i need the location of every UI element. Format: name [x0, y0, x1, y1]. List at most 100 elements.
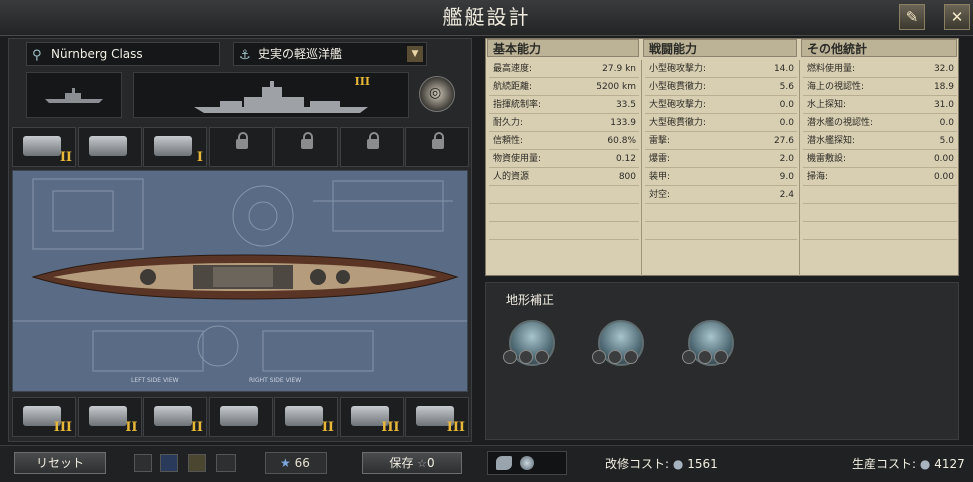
top-module-slot-0[interactable]: II	[12, 127, 76, 167]
variant-icons	[487, 451, 567, 475]
window-title: 艦艇設計	[442, 5, 531, 29]
bottom-module-tier: III	[446, 420, 465, 435]
stat-value: 32.0	[933, 64, 954, 74]
globe-icon	[520, 456, 534, 470]
top-module-slot-5	[339, 127, 404, 167]
stat-value: 60.8%	[607, 136, 636, 146]
design-name-field[interactable]: ⚲ Nürnberg Class	[26, 42, 220, 66]
stat-value: 9.0	[779, 172, 794, 182]
lock-icon	[301, 132, 313, 149]
stat-row: 燃料使用量: 32.0	[803, 60, 957, 78]
rename-button[interactable]: ✎	[899, 4, 925, 30]
bottom-module-slot-5[interactable]: III	[339, 397, 404, 437]
stat-value: 5200 km	[596, 82, 636, 92]
role-dropdown[interactable]: ⚓ 史実の軽巡洋艦 ▼	[233, 42, 427, 66]
stat-row: 大型砲貫徹力: 0.0	[645, 114, 797, 132]
lock-icon	[366, 132, 379, 149]
column-divider	[641, 60, 642, 276]
stat-label: 大型砲貫徹力:	[649, 118, 707, 128]
save-count: 0	[427, 456, 435, 470]
bottom-module-slot-1[interactable]: II	[77, 397, 142, 437]
stat-row: 潜水艦の視認性: 0.0	[803, 114, 957, 132]
stat-row: 最高速度: 27.9 kn	[489, 60, 639, 78]
stat-row: 潜水艦探知: 5.0	[803, 132, 957, 150]
stat-label: 潜水艦探知:	[807, 136, 856, 146]
bottom-module-slot-0[interactable]: III	[12, 397, 76, 437]
stat-label: 水上探知:	[807, 100, 847, 110]
terrain-modifier-icon	[682, 350, 696, 364]
stat-value: 18.9	[933, 82, 954, 92]
stat-label: 装甲:	[649, 172, 671, 182]
combat-stats-header: 戦闘能力	[643, 39, 797, 57]
column-divider	[799, 60, 800, 276]
stat-value: 0.0	[939, 118, 954, 128]
lock-icon	[235, 132, 248, 149]
empty-slot	[216, 454, 236, 472]
stat-label: 耐久力:	[493, 118, 524, 128]
terrain-modifier-icon	[698, 350, 712, 364]
stat-value: 0.12	[615, 154, 636, 164]
engine-icon	[285, 406, 323, 426]
stat-row: 人的資源 800	[489, 168, 639, 186]
stat-row: 小型砲貫徹力: 5.6	[645, 78, 797, 96]
copy-design-icon[interactable]	[134, 454, 152, 472]
stat-value: 2.0	[779, 154, 794, 164]
binoculars-icon: ◎	[429, 85, 442, 101]
ship-silhouette-icon	[45, 88, 103, 103]
stat-row	[803, 222, 957, 240]
stat-row	[645, 204, 797, 222]
stat-value: 0.0	[779, 100, 794, 110]
rank-icon[interactable]	[188, 454, 206, 472]
stat-value: 31.0	[933, 100, 954, 110]
hull-slot[interactable]: III	[133, 72, 409, 118]
terrain-modifier-icon	[535, 350, 549, 364]
stat-value: 27.9 kn	[602, 64, 636, 74]
stat-label: 最高速度:	[493, 64, 533, 74]
production-cost: 生産コスト: ● 4127	[852, 455, 965, 472]
settings-gear-icon[interactable]	[160, 454, 178, 472]
bottom-module-slot-2[interactable]: II	[143, 397, 207, 437]
designer-upgrade-button[interactable]: ◎	[419, 76, 455, 112]
stat-label: 爆雷:	[649, 154, 671, 164]
star-icon: ★	[280, 456, 291, 470]
terrain-modifier-icon	[714, 350, 728, 364]
stat-row	[489, 204, 639, 222]
stat-label: 小型砲貫徹力:	[649, 82, 707, 92]
top-module-slot-1[interactable]	[77, 127, 142, 167]
bottom-module-tier: III	[381, 420, 400, 435]
stat-row: 物資使用量: 0.12	[489, 150, 639, 168]
gear-cost-icon: ●	[672, 457, 684, 471]
stat-value: 0.00	[933, 172, 954, 182]
stat-value: 2.4	[779, 190, 794, 200]
top-module-slot-6	[405, 127, 469, 167]
pencil-icon: ✎	[905, 8, 919, 26]
stat-row: 海上の視認性: 18.9	[803, 78, 957, 96]
stat-label: 雷撃:	[649, 136, 671, 146]
stat-row: 大型砲攻撃力: 0.0	[645, 96, 797, 114]
basic-stats-header: 基本能力	[487, 39, 639, 57]
stat-row: 信頼性: 60.8%	[489, 132, 639, 150]
stat-label: 燃料使用量:	[807, 64, 856, 74]
stat-row	[489, 222, 639, 240]
xp-value: 66	[294, 456, 310, 470]
svg-text:RIGHT SIDE VIEW: RIGHT SIDE VIEW	[249, 377, 301, 384]
close-button[interactable]: ✕	[944, 4, 970, 30]
bottom-module-slot-4[interactable]: II	[274, 397, 338, 437]
stat-label: 物資使用量:	[493, 154, 542, 164]
stat-label: 信頼性:	[493, 136, 524, 146]
save-button[interactable]: 保存 ☆0	[362, 452, 462, 474]
terrain-modifier-icon	[608, 350, 622, 364]
bottom-module-slot-3[interactable]	[208, 397, 273, 437]
bottom-module-slot-6[interactable]: III	[405, 397, 469, 437]
aa-gun-icon	[88, 406, 127, 426]
bottom-module-tier: II	[190, 420, 203, 435]
top-module-slot-2[interactable]: I	[143, 127, 207, 167]
ship-silhouette-slot	[26, 72, 122, 118]
stat-value: 5.6	[779, 82, 794, 92]
compass-icon: ⚲	[32, 48, 42, 63]
stat-row: 耐久力: 133.9	[489, 114, 639, 132]
refit-cost: 改修コスト: ● 1561	[605, 455, 718, 472]
hull-tier: III	[354, 75, 370, 88]
ship-blueprint-drawing: LEFT SIDE VIEW RIGHT SIDE VIEW	[13, 178, 467, 384]
reset-button[interactable]: リセット	[14, 452, 106, 474]
